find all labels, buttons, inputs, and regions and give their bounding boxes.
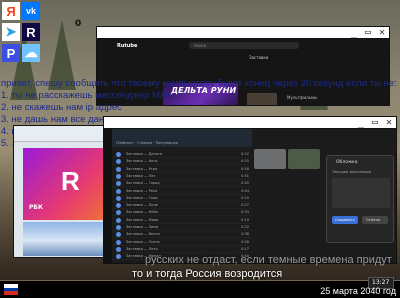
window-controls[interactable]: _ ▭ ✕ <box>358 117 393 128</box>
track-title: Заставки — Лето <box>126 246 158 251</box>
message-line: 2. не скажешь нам ip адрес <box>1 102 122 113</box>
list-item[interactable]: Заставки — Утро 0:18 <box>112 166 252 173</box>
message-line: 1. ты не расскажешь мессенджер MAX <box>1 90 173 101</box>
search-input[interactable]: поиск <box>189 42 299 49</box>
section-title: Мультфильмы <box>287 95 318 100</box>
list-item[interactable]: Заставки — Горы 0:15 <box>112 195 252 202</box>
list-item[interactable]: Заставки — Лес 0:31 <box>112 173 252 180</box>
counter: 0 <box>75 19 82 29</box>
rutube-logo[interactable]: Rutube <box>117 43 137 49</box>
player-page: Плейлист · Главная · Популярное Заставки… <box>104 129 396 263</box>
track-duration: 0:15 <box>241 195 249 200</box>
track-duration: 0:33 <box>241 210 249 215</box>
track-title: Заставки — Небо <box>126 210 158 215</box>
brand-text: РБК <box>29 204 43 211</box>
cloud-icon[interactable]: ☁ <box>22 44 40 62</box>
side-thumb[interactable] <box>247 93 277 105</box>
track-duration: 0:31 <box>241 173 249 178</box>
track-title: Заставки — Поле <box>126 203 158 208</box>
player-header: Плейлист · Главная · Популярное <box>112 129 252 147</box>
taskbar: 13:27 25 марта 2040 год <box>0 277 400 298</box>
track-icon <box>116 232 121 238</box>
track-title: Заставки — Утро <box>126 166 158 171</box>
track-title: Заставки — Дельта <box>126 152 163 156</box>
track-duration: 0:18 <box>241 166 249 171</box>
track-duration: 0:26 <box>241 239 249 244</box>
vk-icon[interactable]: vk <box>22 2 40 20</box>
list-item[interactable]: Заставки — Зима 0:22 <box>112 224 252 231</box>
video-thumb-2[interactable] <box>288 149 320 169</box>
browser-header <box>14 126 117 142</box>
track-title: Заставки — Зима <box>126 225 158 229</box>
track-title: Заставки — Ночь <box>126 159 158 164</box>
track-title: Заставки — Осень <box>126 239 160 244</box>
track-title: Заставки — Лес <box>126 173 156 178</box>
track-icon <box>116 152 121 157</box>
list-item[interactable]: Заставки — Дельта 0:12 <box>112 151 252 158</box>
list-item[interactable]: Заставки — Море 0:19 <box>112 217 252 224</box>
track-icon <box>116 217 121 223</box>
track-icon <box>116 210 121 216</box>
yandex-icon[interactable]: Я <box>2 2 20 20</box>
track-duration: 0:19 <box>241 217 249 222</box>
list-item[interactable]: Заставки — Поле 0:27 <box>112 202 252 210</box>
list-item[interactable]: Заставки — Ночь 0:25 <box>112 158 252 166</box>
track-duration: 0:27 <box>241 203 249 208</box>
track-icon <box>116 225 121 230</box>
save-button[interactable]: Сохранить <box>332 216 358 224</box>
track-duration: 0:17 <box>241 246 249 251</box>
channel-name: Заставки <box>249 55 269 60</box>
brand-logo: R <box>61 166 80 196</box>
telegram-icon[interactable]: ➤ <box>2 23 20 41</box>
start-flag-icon[interactable] <box>4 284 18 296</box>
track-duration: 0:12 <box>241 152 249 156</box>
caption-line-2: то и тогда Россия возродится <box>132 268 283 280</box>
window-controls[interactable]: _ ▭ ✕ <box>351 27 386 38</box>
rutube-icon[interactable]: R <box>22 23 40 41</box>
caption-line-1: русских не отдаст, если темные времена п… <box>145 254 392 266</box>
list-item[interactable]: Заставки — Лето 0:17 <box>112 246 252 253</box>
track-duration: 0:20 <box>241 181 249 186</box>
track-icon <box>116 239 121 245</box>
message-line: привет, спешу сообщить что твоему компью… <box>1 78 397 89</box>
track-title: Заставки — Река <box>126 188 158 193</box>
player-window[interactable]: _ ▭ ✕ Плейлист · Главная · Популярное За… <box>103 116 397 264</box>
track-icon <box>116 254 121 260</box>
list-item[interactable]: Заставки — Небо 0:33 <box>112 209 252 217</box>
player-sidebar <box>104 129 112 263</box>
panel-preview <box>332 178 390 208</box>
track-title: Заставки — Весна <box>126 232 160 237</box>
track-duration: 0:38 <box>241 232 249 237</box>
track-icon <box>116 181 121 187</box>
track-icon <box>116 173 121 179</box>
list-item[interactable]: Заставки — Весна 0:38 <box>112 231 252 239</box>
track-icon <box>116 159 121 165</box>
browser-image <box>23 222 115 256</box>
track-title: Заставки — Горы <box>126 195 158 200</box>
track-duration: 0:22 <box>241 225 249 229</box>
track-icon <box>116 188 121 194</box>
track-title: Заставки — Город <box>126 181 160 186</box>
list-item[interactable]: Заставки — Река 0:44 <box>112 188 252 195</box>
flag-stripe <box>4 291 18 296</box>
cancel-button[interactable]: Отмена <box>362 216 388 224</box>
track-icon <box>116 166 121 172</box>
app-p-icon[interactable]: P <box>2 44 20 62</box>
clock-date: 25 марта 2040 год <box>320 286 396 296</box>
rutube-titlebar[interactable]: _ ▭ ✕ <box>97 27 389 39</box>
video-thumb-1[interactable] <box>254 149 286 169</box>
list-item[interactable]: Заставки — Осень 0:26 <box>112 239 252 246</box>
settings-panel[interactable]: Обложка Текущая трансляция Сохранить Отм… <box>326 155 394 243</box>
list-item[interactable]: Заставки — Город 0:20 <box>112 180 252 188</box>
playlist: Заставки — Дельта 0:12 Заставки — Ночь 0:25… <box>112 151 252 261</box>
player-titlebar[interactable]: _ ▭ ✕ <box>104 117 396 129</box>
track-icon <box>116 246 121 252</box>
track-duration: 0:44 <box>241 188 249 193</box>
track-title: Заставки — Море <box>126 217 159 222</box>
track-icon <box>116 195 121 201</box>
track-icon <box>116 203 121 209</box>
track-duration: 0:25 <box>241 159 249 164</box>
browser-hero: R РБК <box>23 148 115 220</box>
